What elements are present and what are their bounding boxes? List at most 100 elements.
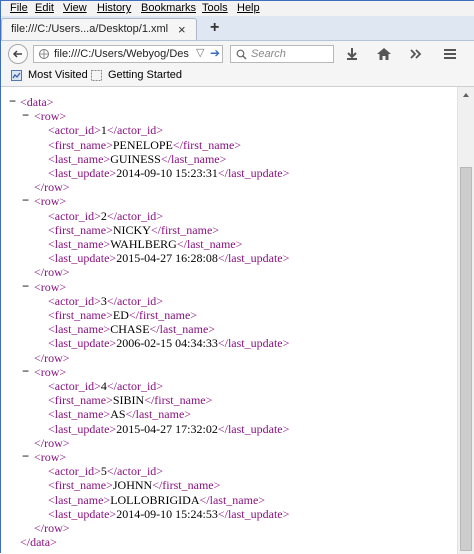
tab-close-icon[interactable]: × — [178, 22, 186, 37]
xml-close-tag: </actor_id> — [106, 464, 164, 479]
xml-open-tag: <last_name> — [48, 322, 111, 337]
menu-bookmarks[interactable]: Bookmarks — [141, 2, 196, 14]
xml-value: JOHNN — [112, 478, 153, 493]
xml-close-tag: </actor_id> — [106, 379, 164, 393]
xml-open-tag: <last_name> — [48, 237, 111, 251]
xml-close-tag: </first_name> — [128, 308, 198, 322]
xml-document-view: − <data> − <row> <actor_id>1</actor_id> <fi… — [1, 87, 457, 554]
xml-value: AS — [110, 407, 126, 422]
collapse-icon[interactable]: − — [22, 194, 29, 208]
tab-title: file:///C:/Users...a/Desktop/1.xml — [11, 23, 169, 35]
xml-close-tag: </first_name> — [144, 393, 213, 408]
xml-open-tag: <actor_id> — [48, 293, 101, 308]
collapse-icon[interactable]: − — [22, 365, 29, 379]
home-button[interactable] — [375, 45, 393, 63]
bookmarks-bar: Most Visited Getting Started — [1, 66, 474, 87]
xml-open-tag: <last_update> — [48, 251, 117, 266]
overflow-button[interactable] — [407, 45, 425, 63]
tab-strip: file:///C:/Users...a/Desktop/1.xml × + — [1, 16, 474, 41]
download-icon — [347, 48, 357, 60]
globe-icon — [39, 49, 49, 59]
menu-file[interactable]: File — [10, 2, 28, 14]
xml-open-tag: <first_name> — [48, 478, 113, 493]
chevron-double-right-icon — [410, 49, 422, 59]
xml-close-tag: </actor_id> — [106, 208, 164, 223]
xml-open-tag: <first_name> — [48, 137, 113, 152]
xml-close-tag: </actor_id> — [106, 123, 164, 138]
xml-open-tag: <actor_id> — [48, 379, 101, 393]
xml-open-tag: <last_name> — [48, 407, 111, 422]
xml-close-tag: </actor_id> — [106, 293, 164, 308]
xml-close-tag: </last_update> — [217, 421, 290, 436]
new-tab-button[interactable]: + — [210, 19, 219, 37]
xml-close-tag: </last_name> — [125, 407, 192, 422]
xml-element: <last_update>2014-09-10 15:23:31</last_u… — [48, 166, 289, 180]
menu-help[interactable]: Help — [237, 2, 260, 14]
xml-close-tag: </last_update> — [217, 336, 290, 351]
xml-open-tag: <first_name> — [48, 222, 113, 237]
scrollbar-thumb[interactable] — [460, 167, 472, 551]
xml-element: <last_name>WAHLBERG</last_name> — [48, 237, 242, 251]
xml-close-tag: </last_name> — [160, 151, 227, 166]
xml-open-tag: <last_update> — [48, 166, 117, 180]
xml-open-tag: <last_update> — [48, 421, 117, 436]
xml-element: <actor_id>2</actor_id> — [48, 209, 163, 223]
xml-tag: </row> — [34, 521, 70, 535]
go-arrow-icon[interactable]: ➔ — [210, 46, 220, 60]
xml-element: <first_name>ED</first_name> — [48, 308, 197, 322]
url-dropdown-icon[interactable]: ▽ — [196, 46, 204, 59]
xml-value: WAHLBERG — [110, 237, 177, 251]
xml-tag: </row> — [34, 180, 70, 195]
xml-value: 2014-09-10 15:23:31 — [116, 166, 218, 180]
url-bar[interactable]: file:///C:/Users/Webyog/Des ▽ ➔ — [33, 45, 223, 63]
menu-tools[interactable]: Tools — [202, 2, 228, 14]
bookmark-page-icon — [91, 70, 102, 81]
xml-close-tag: </last_name> — [176, 237, 243, 251]
collapse-icon[interactable]: − — [22, 109, 29, 123]
bookmark-getting-started[interactable]: Getting Started — [108, 69, 182, 81]
menu-history[interactable]: History — [97, 2, 131, 14]
main-menu-button[interactable] — [441, 45, 459, 63]
xml-tag: <row> — [34, 364, 67, 379]
xml-open-tag: <actor_id> — [48, 208, 101, 223]
xml-value: SIBIN — [112, 393, 145, 408]
bookmark-most-visited[interactable]: Most Visited — [28, 69, 88, 81]
most-visited-icon — [11, 70, 22, 81]
back-button[interactable] — [8, 44, 28, 64]
xml-tag: </row> — [34, 350, 70, 365]
xml-tag: <row> — [34, 194, 67, 209]
collapse-icon[interactable]: − — [22, 450, 29, 464]
vertical-scrollbar[interactable] — [457, 87, 474, 554]
xml-tag: </data> — [20, 535, 57, 550]
xml-element: <last_update>2015-04-27 17:32:02</last_u… — [48, 422, 289, 436]
xml-element: <last_name>GUINESS</last_name> — [48, 152, 226, 166]
collapse-icon[interactable]: − — [9, 95, 16, 109]
xml-element: <last_update>2015-04-27 16:28:08</last_u… — [48, 251, 289, 265]
xml-value: 2006-02-15 04:34:33 — [116, 336, 218, 351]
xml-element: <first_name>NICKY</first_name> — [48, 223, 219, 237]
xml-open-tag: <actor_id> — [48, 464, 101, 479]
nav-bar: file:///C:/Users/Webyog/Des ▽ ➔ Search — [1, 41, 474, 66]
scroll-up-icon[interactable] — [460, 89, 472, 101]
xml-value: ED — [112, 308, 129, 322]
xml-value: CHASE — [110, 322, 150, 337]
search-bar[interactable]: Search — [230, 45, 334, 63]
xml-element: <actor_id>4</actor_id> — [48, 379, 163, 393]
xml-close-tag: </last_update> — [217, 506, 290, 521]
tab-active[interactable]: file:///C:/Users...a/Desktop/1.xml × — [1, 18, 197, 40]
xml-close-tag: </last_name> — [149, 322, 216, 337]
menu-edit[interactable]: Edit — [35, 2, 54, 14]
collapse-icon[interactable]: − — [22, 280, 29, 294]
xml-value: 2015-04-27 17:32:02 — [116, 421, 218, 436]
xml-close-tag: </last_update> — [217, 251, 290, 266]
xml-tag: </row> — [34, 435, 70, 450]
xml-element: <first_name>JOHNN</first_name> — [48, 478, 220, 492]
home-icon — [377, 48, 391, 60]
menu-view[interactable]: View — [63, 2, 87, 14]
search-placeholder: Search — [251, 48, 286, 60]
download-button[interactable] — [343, 45, 361, 63]
xml-element: <last_update>2006-02-15 04:34:33</last_u… — [48, 336, 289, 350]
xml-element: <last_name>LOLLOBRIGIDA</last_name> — [48, 493, 265, 507]
url-text: file:///C:/Users/Webyog/Des — [54, 48, 189, 60]
xml-close-tag: </last_update> — [217, 166, 290, 180]
